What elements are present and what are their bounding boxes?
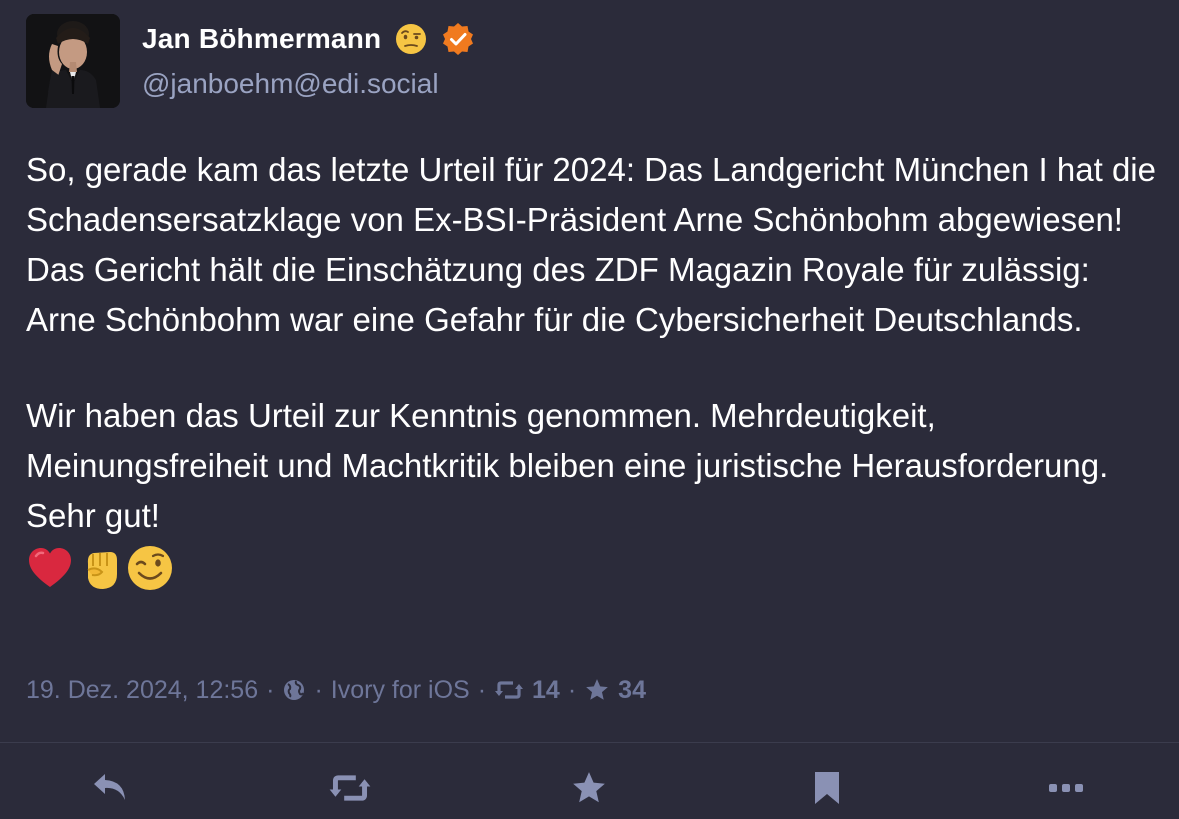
more-button[interactable] bbox=[1036, 760, 1096, 816]
winking-face-icon bbox=[128, 546, 172, 590]
author-info: Jan Böhmermann @janboehm@edi.social bbox=[142, 20, 475, 100]
raised-fist-icon bbox=[87, 552, 117, 589]
avatar-photo bbox=[26, 14, 120, 108]
meta-separator: · bbox=[314, 675, 323, 704]
display-name-row: Jan Böhmermann bbox=[142, 20, 475, 58]
bookmark-button[interactable] bbox=[797, 760, 857, 816]
boost-icon bbox=[329, 775, 371, 801]
post-timestamp[interactable]: 19. Dez. 2024, 12:56 bbox=[26, 676, 258, 705]
globe-icon bbox=[284, 680, 305, 700]
author-handle[interactable]: @janboehm@edi.social bbox=[142, 68, 475, 100]
post: Jan Böhmermann @janboehm@edi.social So, … bbox=[0, 0, 1179, 819]
divider bbox=[0, 742, 1179, 743]
post-client: Ivory for iOS bbox=[330, 675, 470, 704]
meta-separator: · bbox=[567, 675, 577, 704]
post-header: Jan Böhmermann @janboehm@edi.social bbox=[26, 14, 475, 108]
boost-count[interactable]: 14 bbox=[532, 676, 560, 705]
reply-icon bbox=[94, 774, 125, 800]
display-name[interactable]: Jan Böhmermann bbox=[142, 23, 381, 55]
post-paragraph-2: Wir haben das Urteil zur Kenntnis genomm… bbox=[26, 397, 1109, 534]
post-paragraph-1: So, gerade kam das letzte Urteil für 202… bbox=[26, 151, 1156, 338]
more-icon bbox=[1049, 784, 1083, 792]
post-content: So, gerade kam das letzte Urteil für 202… bbox=[26, 145, 1166, 593]
boost-icon bbox=[495, 681, 524, 699]
meta-separator: · bbox=[266, 675, 275, 704]
verified-badge-icon bbox=[443, 23, 474, 55]
post-meta: 19. Dez. 2024, 12:56 · · Ivory for iOS ·… bbox=[26, 668, 646, 712]
face-with-raised-eyebrow-icon bbox=[396, 24, 427, 54]
red-heart-icon bbox=[29, 548, 71, 587]
star-icon bbox=[573, 772, 605, 803]
meta-separator: · bbox=[477, 675, 487, 704]
bookmark-icon bbox=[815, 772, 839, 804]
avatar[interactable] bbox=[26, 14, 120, 108]
emoji-row bbox=[26, 543, 1166, 593]
star-icon bbox=[586, 679, 609, 700]
action-bar bbox=[0, 760, 1179, 816]
favorite-button[interactable] bbox=[559, 760, 619, 816]
boost-button[interactable] bbox=[320, 760, 380, 816]
favorite-count[interactable]: 34 bbox=[618, 676, 646, 705]
reply-button[interactable] bbox=[81, 760, 141, 816]
